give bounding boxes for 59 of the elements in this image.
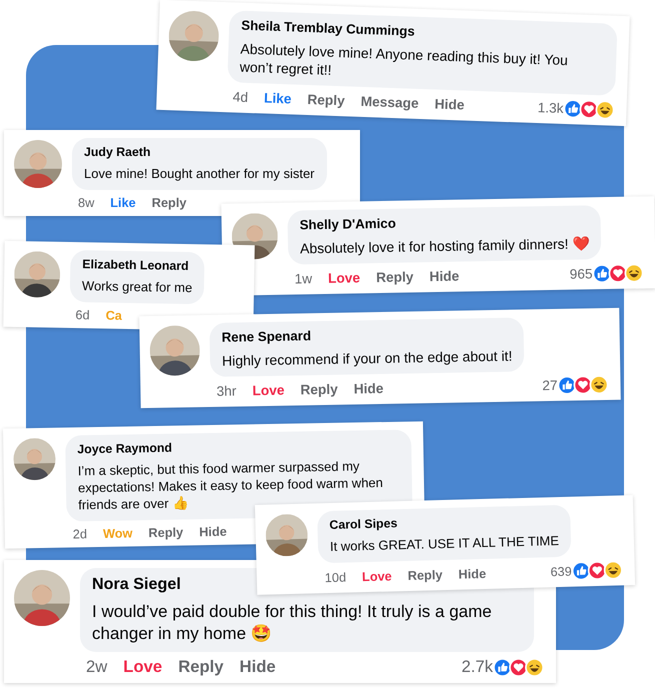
laughing-face-icon	[603, 560, 623, 580]
reaction-link[interactable]: Love	[362, 568, 392, 584]
timestamp: 1w	[294, 271, 312, 287]
comment-text: It works GREAT. USE IT ALL THE TIME	[330, 533, 560, 556]
reaction-link[interactable]: Like	[110, 194, 136, 210]
reaction-count: 27	[542, 378, 558, 394]
commenter-name[interactable]: Nora Siegel	[92, 575, 181, 594]
action-link[interactable]: Hide	[429, 268, 460, 284]
commenter-name[interactable]: Sheila Tremblay Cummings	[240, 18, 416, 39]
thumbs-up-icon	[563, 99, 583, 119]
reaction-link[interactable]: Love	[123, 657, 162, 678]
timestamp: 2w	[86, 657, 108, 678]
commenter-name[interactable]: Elizabeth Leonard	[82, 257, 189, 274]
laughing-face-icon	[624, 264, 644, 283]
comment-text: Works great for me	[82, 278, 192, 297]
timestamp: 2d	[72, 526, 88, 542]
action-link[interactable]: Hide	[434, 96, 465, 113]
reaction-count: 1.3k	[537, 100, 564, 116]
thumbs-up-icon	[557, 376, 577, 396]
reaction-link[interactable]: Love	[328, 270, 360, 286]
timestamp: 6d	[75, 306, 90, 322]
action-link[interactable]: Reply	[376, 270, 414, 286]
comment-text: Highly recommend if your on the edge about it!	[222, 346, 512, 370]
timestamp: 10d	[324, 570, 346, 586]
commenter-name[interactable]: Rene Spenard	[221, 328, 312, 345]
action-link[interactable]: Reply	[300, 382, 338, 398]
reaction-link[interactable]: Like	[264, 90, 292, 107]
action-link[interactable]: Reply	[408, 566, 443, 583]
timestamp: 3hr	[216, 384, 237, 400]
action-link[interactable]: Reply	[148, 524, 184, 540]
comment-text: I’m a skeptic, but this food warmer surpassed my expectations! Makes it easy to keep food warm when friends are over 👍	[78, 458, 384, 514]
action-link[interactable]: Message	[360, 94, 419, 112]
action-link[interactable]: Hide	[199, 523, 227, 539]
action-link[interactable]: Hide	[354, 381, 384, 397]
action-link[interactable]: Reply	[178, 657, 224, 678]
action-link[interactable]: Reply	[152, 194, 186, 210]
comment-text: I would’ve paid double for this thing! It truly is a game changer in my home 🤩	[92, 601, 493, 646]
commenter-name[interactable]: Judy Raeth	[84, 145, 151, 159]
comment-text: Absolutely love it for hosting family dinners! ❤	[300, 234, 590, 258]
reaction-count: 965	[570, 266, 593, 282]
thumbs-up-icon	[493, 658, 512, 677]
laughing-face-icon	[595, 100, 615, 120]
thumbs-up-icon	[592, 264, 612, 284]
reaction-count: 2.7k	[462, 657, 493, 678]
comment-text: Love mine! Bought another for my sister	[84, 166, 315, 183]
reaction-count: 639	[550, 564, 572, 580]
commenter-name[interactable]: Joyce Raymond	[77, 440, 172, 456]
thumbs-up-icon	[571, 561, 591, 581]
timestamp: 8w	[78, 194, 94, 210]
commenter-name[interactable]: Shelly D'Amico	[299, 216, 396, 232]
timestamp: 4d	[232, 90, 248, 106]
reaction-link[interactable]: Love	[252, 382, 285, 398]
laughing-face-icon	[589, 375, 609, 395]
action-link[interactable]: Hide	[458, 566, 486, 582]
laughing-face-icon	[525, 658, 544, 677]
comment-text: Absolutely love mine! Anyone reading this buy it! You won’t regret it!!	[239, 40, 570, 80]
action-link[interactable]: Reply	[307, 92, 345, 109]
commenter-name[interactable]: Carol Sipes	[329, 516, 398, 532]
action-link[interactable]: Hide	[240, 657, 276, 678]
